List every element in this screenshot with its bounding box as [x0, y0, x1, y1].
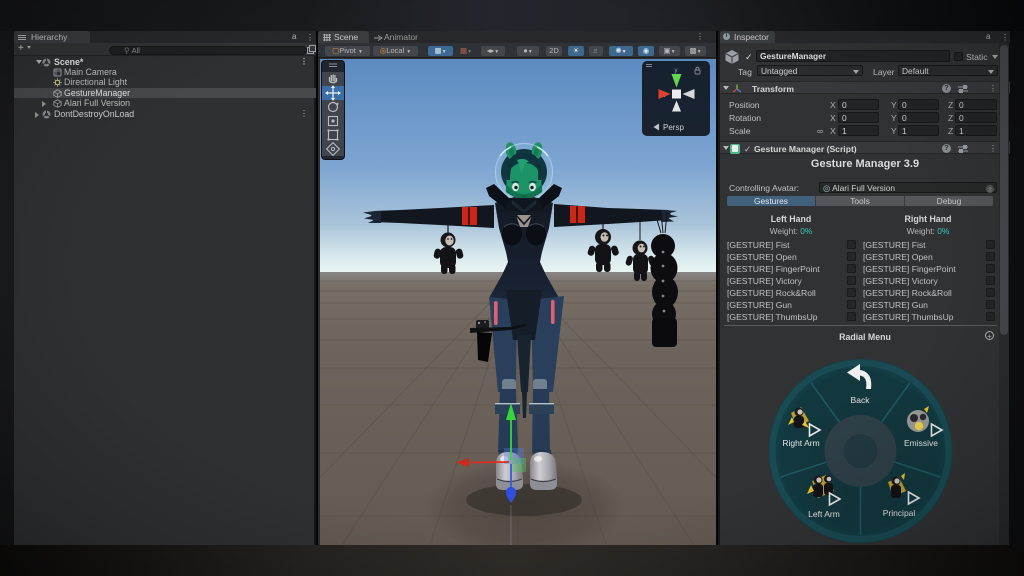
svg-text:Principal: Principal [883, 508, 916, 518]
svg-text:Persp: Persp [663, 123, 684, 132]
svg-text:Left Arm: Left Arm [808, 509, 840, 519]
svg-text:y: y [675, 68, 678, 74]
svg-text:Emissive: Emissive [904, 438, 938, 448]
svg-text:Back: Back [851, 395, 871, 405]
svg-text:Right Arm: Right Arm [782, 438, 819, 448]
